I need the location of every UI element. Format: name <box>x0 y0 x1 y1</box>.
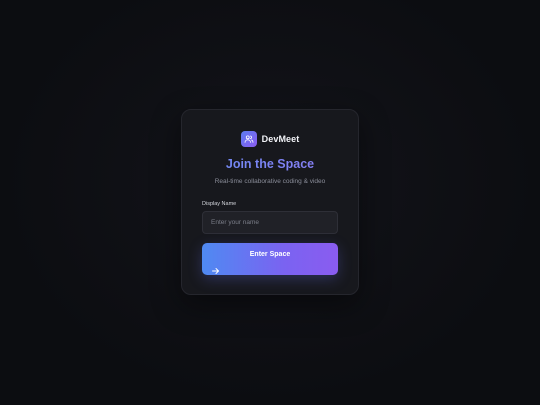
join-card: DevMeet Join the Space Real-time collabo… <box>181 109 359 295</box>
users-icon <box>240 130 257 147</box>
display-name-input[interactable] <box>202 211 338 234</box>
page-subtitle: Real-time collaborative coding & video <box>214 178 326 185</box>
enter-space-label: Enter Space <box>249 251 291 258</box>
brand-name: DevMeet <box>261 133 300 144</box>
display-name-label: Display Name <box>202 201 237 207</box>
brand-header: DevMeet <box>182 130 358 147</box>
join-page: DevMeet Join the Space Real-time collabo… <box>0 0 540 405</box>
enter-space-button[interactable]: Enter Space <box>202 243 338 275</box>
arrow-right-icon <box>212 262 219 274</box>
page-title: Join the Space <box>182 157 358 171</box>
